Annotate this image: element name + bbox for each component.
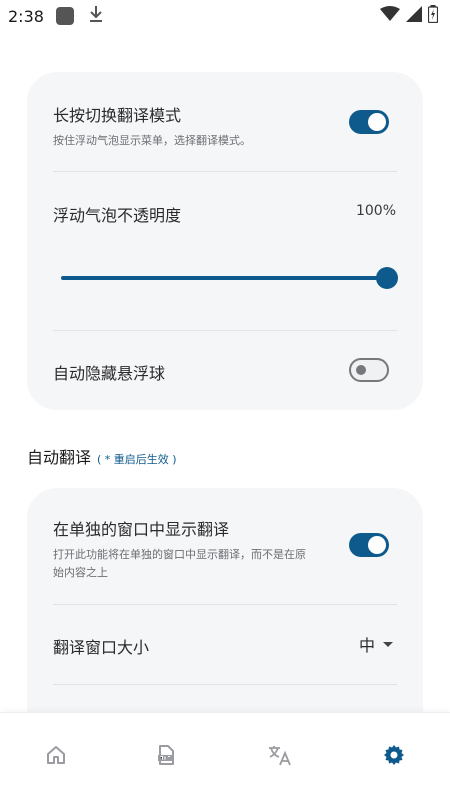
opacity-value: 100%: [355, 203, 396, 219]
nav-settings[interactable]: [380, 743, 408, 771]
auto-hide-toggle[interactable]: [349, 358, 389, 382]
separate-window-toggle[interactable]: [349, 533, 389, 557]
nav-translate[interactable]: [266, 743, 294, 771]
separate-window-title: 在单独的窗口中显示翻译: [53, 520, 230, 539]
long-press-toggle[interactable]: [349, 110, 389, 134]
opacity-setting: 浮动气泡不透明度: [53, 202, 397, 226]
opacity-title: 浮动气泡不透明度: [53, 206, 182, 225]
opacity-slider-track[interactable]: [61, 276, 387, 280]
opacity-slider-thumb[interactable]: [376, 267, 398, 289]
window-size-value: 中: [358, 636, 375, 655]
auto-translate-section-header: 自动翻译 ( * 重启后生效 ): [27, 444, 177, 468]
toggle-knob: [368, 113, 386, 131]
window-size-title: 翻译窗口大小: [53, 638, 150, 657]
battery-charging-icon: [427, 5, 439, 27]
bottom-navigation: [0, 712, 450, 800]
auto-hide-title: 自动隐藏悬浮球: [53, 364, 166, 383]
status-time: 2:38: [8, 6, 44, 26]
status-bar: 2:38: [0, 0, 450, 32]
settings-icon: [382, 743, 406, 771]
signal-icon: [406, 6, 422, 26]
home-icon: [44, 743, 68, 771]
long-press-setting[interactable]: 长按切换翻译模式 按住浮动气泡显示菜单，选择翻译模式。: [53, 102, 397, 150]
nav-pdf[interactable]: [152, 743, 180, 771]
wifi-icon: [380, 6, 400, 26]
pdf-icon: [154, 743, 178, 771]
divider: [53, 171, 397, 172]
toggle-knob: [356, 365, 366, 375]
section-title: 自动翻译: [27, 448, 92, 467]
auto-translate-settings-card: 在单独的窗口中显示翻译 打开此功能将在单独的窗口中显示翻译，而不是在原始内容之上…: [27, 488, 423, 748]
window-size-dropdown[interactable]: 中: [359, 632, 393, 656]
divider: [53, 684, 397, 685]
separate-window-setting[interactable]: 在单独的窗口中显示翻译 打开此功能将在单独的窗口中显示翻译，而不是在原始内容之上: [53, 516, 397, 582]
nav-home[interactable]: [42, 743, 70, 771]
separate-window-subtitle: 打开此功能将在单独的窗口中显示翻译，而不是在原始内容之上: [53, 548, 306, 579]
divider: [53, 604, 397, 605]
long-press-subtitle: 按住浮动气泡显示菜单，选择翻译模式。: [53, 134, 251, 147]
download-icon: [88, 5, 104, 27]
window-size-setting[interactable]: 翻译窗口大小: [53, 634, 397, 658]
divider: [53, 330, 397, 331]
translate-icon: [267, 743, 293, 771]
chevron-down-icon: [383, 641, 393, 647]
floating-bubble-settings-card: 长按切换翻译模式 按住浮动气泡显示菜单，选择翻译模式。 浮动气泡不透明度 100…: [27, 72, 423, 410]
app-icon: [56, 7, 74, 25]
section-note: ( * 重启后生效 ): [97, 453, 177, 466]
long-press-title: 长按切换翻译模式: [53, 106, 182, 125]
toggle-knob: [368, 536, 386, 554]
auto-hide-setting[interactable]: 自动隐藏悬浮球: [53, 360, 397, 384]
